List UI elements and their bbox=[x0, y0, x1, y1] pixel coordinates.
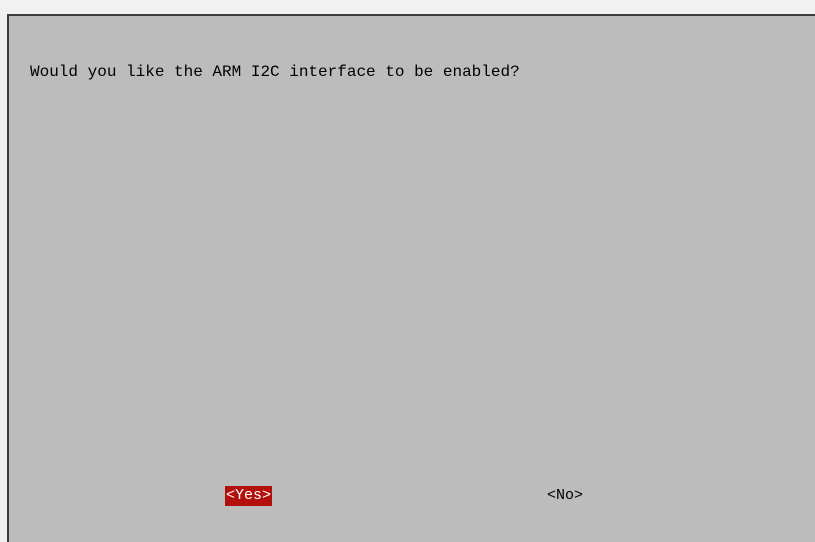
dialog-message: Would you like the ARM I2C interface to … bbox=[30, 63, 520, 81]
terminal-screen: Would you like the ARM I2C interface to … bbox=[0, 0, 815, 542]
no-button[interactable]: <No> bbox=[546, 486, 584, 506]
i2c-confirm-dialog: Would you like the ARM I2C interface to … bbox=[7, 14, 815, 542]
yes-button[interactable]: <Yes> bbox=[225, 486, 273, 506]
top-strip bbox=[0, 0, 815, 14]
